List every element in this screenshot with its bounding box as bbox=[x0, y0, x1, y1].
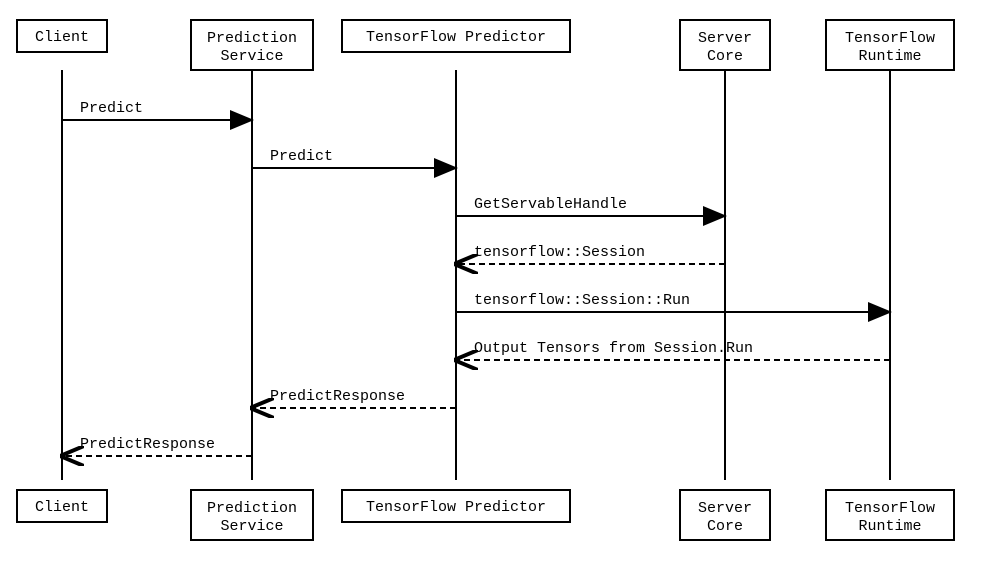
participant-label-prediction-service-l2: Service bbox=[220, 518, 283, 535]
participant-label-client: Client bbox=[35, 499, 89, 516]
message-label-5: Output Tensors from Session.Run bbox=[474, 340, 753, 357]
message-label-3: tensorflow::Session bbox=[474, 244, 645, 261]
participant-label-tf-predictor: TensorFlow Predictor bbox=[366, 499, 546, 516]
participant-label-prediction-service-l2: Service bbox=[220, 48, 283, 65]
sequence-diagram: ClientClientPredictionServicePredictionS… bbox=[0, 0, 984, 567]
message-label-4: tensorflow::Session::Run bbox=[474, 292, 690, 309]
participant-label-tf-runtime-l2: Runtime bbox=[858, 48, 921, 65]
participant-label-tf-predictor: TensorFlow Predictor bbox=[366, 29, 546, 46]
participant-label-client: Client bbox=[35, 29, 89, 46]
participant-label-tf-runtime-l1: TensorFlow bbox=[845, 500, 935, 517]
participant-label-prediction-service-l1: Prediction bbox=[207, 500, 297, 517]
participant-label-tf-runtime-l1: TensorFlow bbox=[845, 30, 935, 47]
participant-label-tf-runtime-l2: Runtime bbox=[858, 518, 921, 535]
message-label-0: Predict bbox=[80, 100, 143, 117]
participant-label-prediction-service-l1: Prediction bbox=[207, 30, 297, 47]
participant-label-server-core-l1: Server bbox=[698, 30, 752, 47]
participant-label-server-core-l2: Core bbox=[707, 48, 743, 65]
participant-label-server-core-l2: Core bbox=[707, 518, 743, 535]
message-label-7: PredictResponse bbox=[80, 436, 215, 453]
participant-label-server-core-l1: Server bbox=[698, 500, 752, 517]
message-label-1: Predict bbox=[270, 148, 333, 165]
message-label-2: GetServableHandle bbox=[474, 196, 627, 213]
message-label-6: PredictResponse bbox=[270, 388, 405, 405]
